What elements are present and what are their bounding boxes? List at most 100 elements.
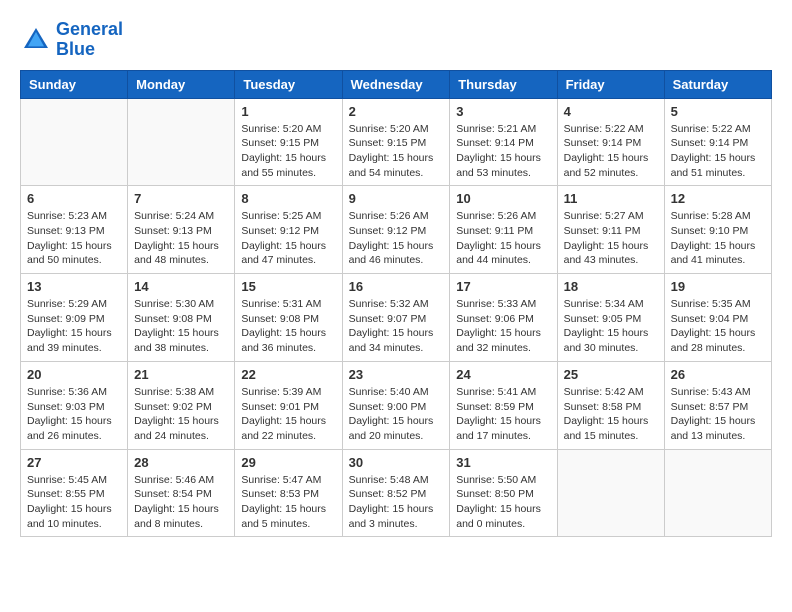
day-info: Sunrise: 5:29 AM Sunset: 9:09 PM Dayligh…	[27, 297, 121, 356]
day-number: 16	[349, 279, 444, 294]
col-header-monday: Monday	[128, 70, 235, 98]
calendar-cell: 9 Sunrise: 5:26 AM Sunset: 9:12 PM Daylig…	[342, 186, 450, 274]
day-number: 31	[456, 455, 550, 470]
calendar-cell: 25 Sunrise: 5:42 AM Sunset: 8:58 PM Dayli…	[557, 361, 664, 449]
calendar-cell: 13 Sunrise: 5:29 AM Sunset: 9:09 PM Dayli…	[21, 274, 128, 362]
day-info: Sunrise: 5:35 AM Sunset: 9:04 PM Dayligh…	[671, 297, 765, 356]
day-info: Sunrise: 5:30 AM Sunset: 9:08 PM Dayligh…	[134, 297, 228, 356]
calendar-cell: 10Sunrise: 5:26 AM Sunset: 9:11 PM Dayli…	[450, 186, 557, 274]
day-info: Sunrise: 5:34 AM Sunset: 9:05 PM Dayligh…	[564, 297, 658, 356]
calendar-week-row: 1Sunrise: 5:20 AM Sunset: 9:15 PM Daylig…	[21, 98, 772, 186]
calendar-cell: 5 Sunrise: 5:22 AM Sunset: 9:14 PM Daylig…	[664, 98, 771, 186]
day-number: 29	[241, 455, 335, 470]
col-header-saturday: Saturday	[664, 70, 771, 98]
calendar-cell: 30 Sunrise: 5:48 AM Sunset: 8:52 PM Dayli…	[342, 449, 450, 537]
calendar-cell: 7 Sunrise: 5:24 AM Sunset: 9:13 PM Daylig…	[128, 186, 235, 274]
calendar-cell: 15 Sunrise: 5:31 AM Sunset: 9:08 PM Dayli…	[235, 274, 342, 362]
calendar-cell: 20 Sunrise: 5:36 AM Sunset: 9:03 PM Dayli…	[21, 361, 128, 449]
day-number: 15	[241, 279, 335, 294]
day-number: 21	[134, 367, 228, 382]
calendar-cell: 17 Sunrise: 5:33 AM Sunset: 9:06 PM Dayli…	[450, 274, 557, 362]
day-number: 23	[349, 367, 444, 382]
day-number: 5	[671, 104, 765, 119]
day-number: 25	[564, 367, 658, 382]
logo: General Blue	[20, 20, 123, 60]
logo-icon	[20, 24, 52, 56]
logo-text: General Blue	[56, 20, 123, 60]
calendar-cell	[21, 98, 128, 186]
calendar-cell: 31 Sunrise: 5:50 AM Sunset: 8:50 PM Dayli…	[450, 449, 557, 537]
day-info: Sunrise: 5:26 AM Sunset: 9:12 PM Dayligh…	[349, 209, 444, 268]
col-header-friday: Friday	[557, 70, 664, 98]
day-info: Sunrise: 5:50 AM Sunset: 8:50 PM Dayligh…	[456, 473, 550, 532]
day-number: 4	[564, 104, 658, 119]
col-header-wednesday: Wednesday	[342, 70, 450, 98]
calendar-cell: 18 Sunrise: 5:34 AM Sunset: 9:05 PM Dayli…	[557, 274, 664, 362]
day-info: Sunrise: 5:25 AM Sunset: 9:12 PM Dayligh…	[241, 209, 335, 268]
calendar-week-row: 27Sunrise: 5:45 AM Sunset: 8:55 PM Dayli…	[21, 449, 772, 537]
col-header-tuesday: Tuesday	[235, 70, 342, 98]
calendar-table: SundayMondayTuesdayWednesdayThursdayFrid…	[20, 70, 772, 538]
day-number: 13	[27, 279, 121, 294]
day-number: 14	[134, 279, 228, 294]
day-info: Sunrise: 5:33 AM Sunset: 9:06 PM Dayligh…	[456, 297, 550, 356]
day-number: 18	[564, 279, 658, 294]
day-info: Sunrise: 5:36 AM Sunset: 9:03 PM Dayligh…	[27, 385, 121, 444]
day-info: Sunrise: 5:43 AM Sunset: 8:57 PM Dayligh…	[671, 385, 765, 444]
calendar-cell: 29 Sunrise: 5:47 AM Sunset: 8:53 PM Dayli…	[235, 449, 342, 537]
calendar-cell: 21Sunrise: 5:38 AM Sunset: 9:02 PM Dayli…	[128, 361, 235, 449]
day-number: 26	[671, 367, 765, 382]
day-number: 12	[671, 191, 765, 206]
day-info: Sunrise: 5:24 AM Sunset: 9:13 PM Dayligh…	[134, 209, 228, 268]
calendar-cell: 12Sunrise: 5:28 AM Sunset: 9:10 PM Dayli…	[664, 186, 771, 274]
day-info: Sunrise: 5:48 AM Sunset: 8:52 PM Dayligh…	[349, 473, 444, 532]
day-number: 11	[564, 191, 658, 206]
calendar-cell: 16 Sunrise: 5:32 AM Sunset: 9:07 PM Dayli…	[342, 274, 450, 362]
calendar-week-row: 13 Sunrise: 5:29 AM Sunset: 9:09 PM Dayli…	[21, 274, 772, 362]
day-info: Sunrise: 5:21 AM Sunset: 9:14 PM Dayligh…	[456, 122, 550, 181]
day-number: 30	[349, 455, 444, 470]
calendar-cell	[128, 98, 235, 186]
calendar-week-row: 20 Sunrise: 5:36 AM Sunset: 9:03 PM Dayli…	[21, 361, 772, 449]
day-number: 24	[456, 367, 550, 382]
day-info: Sunrise: 5:40 AM Sunset: 9:00 PM Dayligh…	[349, 385, 444, 444]
day-number: 2	[349, 104, 444, 119]
day-info: Sunrise: 5:32 AM Sunset: 9:07 PM Dayligh…	[349, 297, 444, 356]
day-number: 7	[134, 191, 228, 206]
calendar-cell: 28 Sunrise: 5:46 AM Sunset: 8:54 PM Dayli…	[128, 449, 235, 537]
day-number: 6	[27, 191, 121, 206]
calendar-header-row: SundayMondayTuesdayWednesdayThursdayFrid…	[21, 70, 772, 98]
calendar-cell: 22Sunrise: 5:39 AM Sunset: 9:01 PM Dayli…	[235, 361, 342, 449]
day-info: Sunrise: 5:31 AM Sunset: 9:08 PM Dayligh…	[241, 297, 335, 356]
day-number: 19	[671, 279, 765, 294]
calendar-cell: 2 Sunrise: 5:20 AM Sunset: 9:15 PM Daylig…	[342, 98, 450, 186]
day-info: Sunrise: 5:26 AM Sunset: 9:11 PM Dayligh…	[456, 209, 550, 268]
calendar-cell: 26 Sunrise: 5:43 AM Sunset: 8:57 PM Dayli…	[664, 361, 771, 449]
day-info: Sunrise: 5:47 AM Sunset: 8:53 PM Dayligh…	[241, 473, 335, 532]
day-number: 3	[456, 104, 550, 119]
calendar-cell: 3 Sunrise: 5:21 AM Sunset: 9:14 PM Daylig…	[450, 98, 557, 186]
calendar-cell: 24 Sunrise: 5:41 AM Sunset: 8:59 PM Dayli…	[450, 361, 557, 449]
calendar-cell: 6Sunrise: 5:23 AM Sunset: 9:13 PM Daylig…	[21, 186, 128, 274]
day-info: Sunrise: 5:27 AM Sunset: 9:11 PM Dayligh…	[564, 209, 658, 268]
day-number: 28	[134, 455, 228, 470]
day-info: Sunrise: 5:42 AM Sunset: 8:58 PM Dayligh…	[564, 385, 658, 444]
page-header: General Blue	[20, 20, 772, 60]
calendar-cell: 1Sunrise: 5:20 AM Sunset: 9:15 PM Daylig…	[235, 98, 342, 186]
day-info: Sunrise: 5:46 AM Sunset: 8:54 PM Dayligh…	[134, 473, 228, 532]
calendar-cell	[664, 449, 771, 537]
day-info: Sunrise: 5:22 AM Sunset: 9:14 PM Dayligh…	[671, 122, 765, 181]
day-info: Sunrise: 5:20 AM Sunset: 9:15 PM Dayligh…	[349, 122, 444, 181]
day-number: 9	[349, 191, 444, 206]
calendar-cell	[557, 449, 664, 537]
day-number: 20	[27, 367, 121, 382]
calendar-cell: 23 Sunrise: 5:40 AM Sunset: 9:00 PM Dayli…	[342, 361, 450, 449]
day-info: Sunrise: 5:20 AM Sunset: 9:15 PM Dayligh…	[241, 122, 335, 181]
calendar-cell: 4 Sunrise: 5:22 AM Sunset: 9:14 PM Daylig…	[557, 98, 664, 186]
day-number: 17	[456, 279, 550, 294]
day-info: Sunrise: 5:45 AM Sunset: 8:55 PM Dayligh…	[27, 473, 121, 532]
calendar-week-row: 6Sunrise: 5:23 AM Sunset: 9:13 PM Daylig…	[21, 186, 772, 274]
col-header-sunday: Sunday	[21, 70, 128, 98]
day-info: Sunrise: 5:41 AM Sunset: 8:59 PM Dayligh…	[456, 385, 550, 444]
day-info: Sunrise: 5:22 AM Sunset: 9:14 PM Dayligh…	[564, 122, 658, 181]
